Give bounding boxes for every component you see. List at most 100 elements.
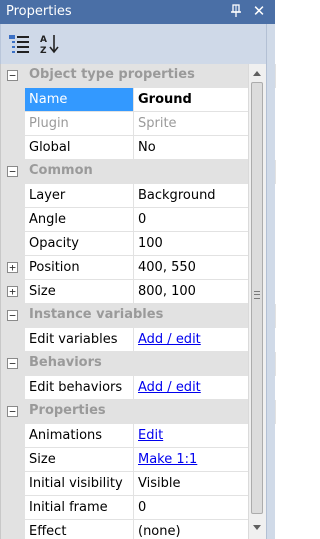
row-margin	[1, 472, 25, 496]
property-value[interactable]: Add / edit	[134, 328, 250, 352]
property-name[interactable]: Size	[25, 280, 134, 304]
property-row[interactable]: Edit behaviors Add / edit	[1, 376, 276, 400]
row-margin: −	[1, 64, 25, 88]
row-margin	[1, 112, 25, 136]
property-row[interactable]: Opacity 100	[1, 232, 276, 256]
expand-icon[interactable]: +	[7, 262, 18, 273]
property-row[interactable]: Name Ground	[1, 88, 276, 112]
row-margin	[1, 448, 25, 472]
window-frame-edge	[266, 24, 275, 539]
collapse-icon[interactable]: −	[7, 310, 18, 321]
category-row[interactable]: − Behaviors	[1, 352, 276, 376]
property-name[interactable]: Angle	[25, 208, 134, 232]
row-margin: −	[1, 352, 25, 376]
property-row[interactable]: Layer Background	[1, 184, 276, 208]
category-label: Behaviors	[29, 355, 102, 370]
property-value[interactable]: Add / edit	[134, 376, 250, 400]
panel-title-bar: Properties ✕	[0, 0, 275, 24]
grip-icon	[254, 291, 260, 299]
property-link[interactable]: Add / edit	[138, 380, 201, 395]
collapse-icon[interactable]: −	[7, 406, 18, 417]
property-name[interactable]: Position	[25, 256, 134, 280]
category-label: Common	[29, 163, 93, 178]
property-value[interactable]: 0	[134, 496, 250, 520]
alphabetical-sort-icon[interactable]: A Z	[37, 31, 63, 57]
property-name[interactable]: Opacity	[25, 232, 134, 256]
property-value[interactable]: (none)	[134, 520, 250, 539]
property-grid: − Object type properties Name Ground Plugin S…	[0, 64, 276, 539]
property-value: Sprite	[134, 112, 250, 136]
svg-text:Z: Z	[40, 46, 47, 56]
property-row[interactable]: Effect (none)	[1, 520, 276, 539]
property-row[interactable]: Size Make 1:1	[1, 448, 276, 472]
property-value[interactable]: No	[134, 136, 250, 160]
svg-text:A: A	[40, 35, 47, 45]
property-name[interactable]: Global	[25, 136, 134, 160]
property-value[interactable]: 400, 550	[134, 256, 250, 280]
row-margin: +	[1, 280, 25, 304]
row-margin: −	[1, 304, 25, 328]
property-name[interactable]: Plugin	[25, 112, 134, 136]
row-margin	[1, 328, 25, 352]
category-row[interactable]: − Object type properties	[1, 64, 276, 88]
property-name[interactable]: Edit variables	[25, 328, 134, 352]
category-row[interactable]: − Properties	[1, 400, 276, 424]
scroll-up-icon[interactable]	[253, 71, 261, 76]
property-row[interactable]: Edit variables Add / edit	[1, 328, 276, 352]
property-name[interactable]: Animations	[25, 424, 134, 448]
property-value[interactable]: 800, 100	[134, 280, 250, 304]
property-link[interactable]: Make 1:1	[138, 452, 197, 467]
collapse-icon[interactable]: −	[7, 166, 18, 177]
panel-title: Properties	[6, 4, 72, 19]
property-row[interactable]: Global No	[1, 136, 276, 160]
category-row[interactable]: − Instance variables	[1, 304, 276, 328]
row-margin	[1, 424, 25, 448]
property-value[interactable]: 0	[134, 208, 250, 232]
row-margin: +	[1, 256, 25, 280]
category-label: Properties	[29, 403, 106, 418]
row-margin	[1, 232, 25, 256]
vertical-scrollbar[interactable]	[248, 64, 266, 539]
row-margin	[1, 88, 25, 112]
scrollbar-thumb[interactable]	[251, 82, 263, 514]
property-name[interactable]: Name	[25, 88, 134, 112]
property-row[interactable]: Animations Edit	[1, 424, 276, 448]
categorized-view-icon[interactable]	[7, 31, 33, 57]
property-link[interactable]: Edit	[138, 428, 163, 443]
property-row[interactable]: Initial visibility Visible	[1, 472, 276, 496]
pin-icon[interactable]	[228, 3, 244, 19]
property-row[interactable]: Plugin Sprite	[1, 112, 276, 136]
property-row[interactable]: Initial frame 0	[1, 496, 276, 520]
collapse-icon[interactable]: −	[7, 70, 18, 81]
collapse-icon[interactable]: −	[7, 358, 18, 369]
row-margin: −	[1, 400, 25, 424]
property-link[interactable]: Add / edit	[138, 332, 201, 347]
property-value[interactable]: Background	[134, 184, 250, 208]
property-value[interactable]: Ground	[134, 88, 250, 112]
row-margin	[1, 208, 25, 232]
property-value[interactable]: Visible	[134, 472, 250, 496]
property-name[interactable]: Effect	[25, 520, 134, 539]
property-row[interactable]: Angle 0	[1, 208, 276, 232]
property-value[interactable]: 100	[134, 232, 250, 256]
property-name[interactable]: Layer	[25, 184, 134, 208]
property-row[interactable]: + Size 800, 100	[1, 280, 276, 304]
row-margin	[1, 496, 25, 520]
property-name[interactable]: Initial frame	[25, 496, 134, 520]
property-name[interactable]: Initial visibility	[25, 472, 134, 496]
category-label: Object type properties	[29, 67, 195, 82]
category-row[interactable]: − Common	[1, 160, 276, 184]
scroll-down-icon[interactable]	[253, 525, 261, 530]
property-name[interactable]: Edit behaviors	[25, 376, 134, 400]
expand-icon[interactable]: +	[7, 286, 18, 297]
row-margin	[1, 376, 25, 400]
category-label: Instance variables	[29, 307, 164, 322]
close-icon[interactable]: ✕	[250, 2, 268, 20]
property-value[interactable]: Make 1:1	[134, 448, 250, 472]
property-value[interactable]: Edit	[134, 424, 250, 448]
row-margin	[1, 184, 25, 208]
row-margin	[1, 520, 25, 539]
property-row[interactable]: + Position 400, 550	[1, 256, 276, 280]
property-name[interactable]: Size	[25, 448, 134, 472]
row-margin	[1, 136, 25, 160]
